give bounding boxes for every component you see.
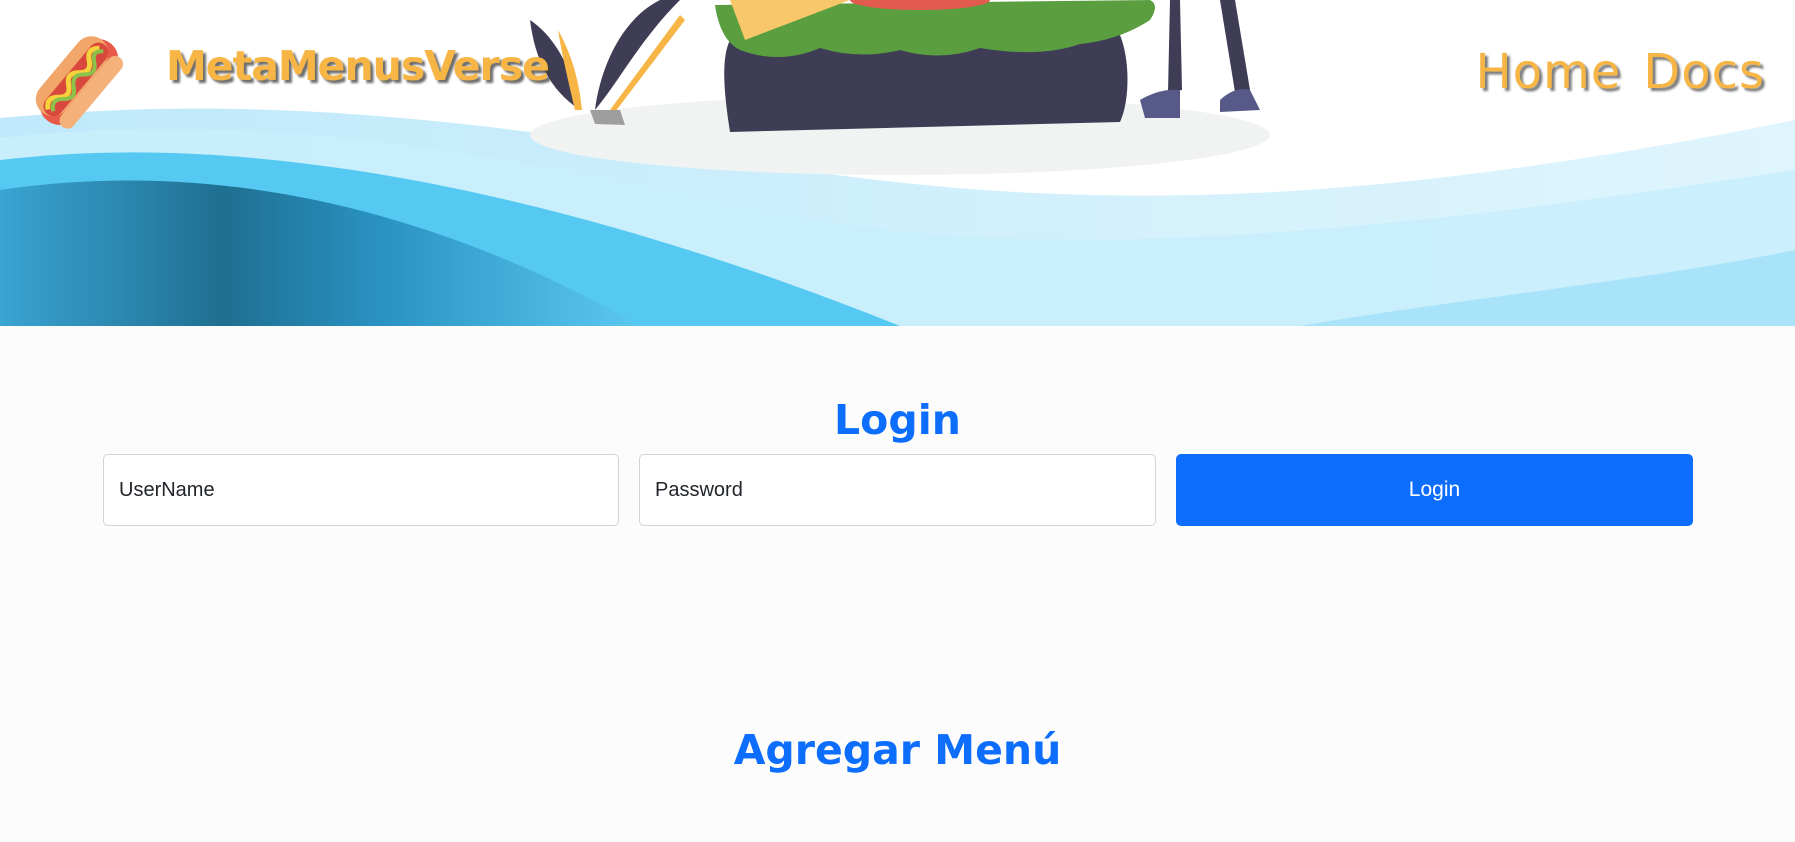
hero-banner: MetaMenusVerse Home Docs bbox=[0, 0, 1795, 326]
username-input[interactable] bbox=[103, 454, 619, 526]
nav-docs-link[interactable]: Docs bbox=[1643, 44, 1765, 100]
brand-name[interactable]: MetaMenusVerse bbox=[166, 42, 550, 90]
login-button[interactable]: Login bbox=[1176, 454, 1693, 526]
food-illustration bbox=[530, 0, 1270, 175]
login-title: Login bbox=[834, 396, 961, 444]
top-nav: Home Docs bbox=[1476, 44, 1765, 100]
password-input[interactable] bbox=[639, 454, 1156, 526]
hotdog-icon[interactable] bbox=[24, 26, 134, 138]
add-menu-title: Agregar Menú bbox=[733, 726, 1062, 774]
nav-home-link[interactable]: Home bbox=[1476, 44, 1622, 100]
